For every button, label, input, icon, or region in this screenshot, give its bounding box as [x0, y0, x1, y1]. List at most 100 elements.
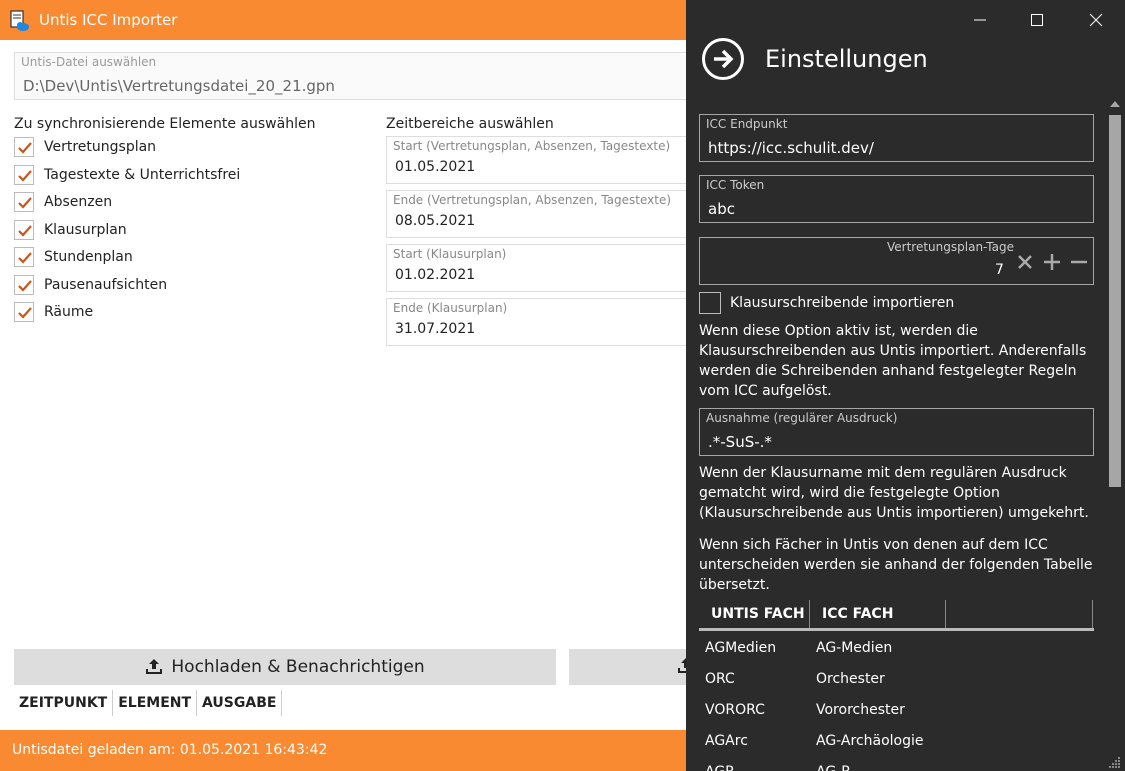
checkmark-icon — [18, 169, 32, 182]
untis-subject-cell: AGR — [705, 764, 735, 771]
checkmark-icon — [18, 142, 32, 154]
element-checkbox-row[interactable]: Pausenaufsichten — [14, 274, 167, 296]
icc-subject-cell: AG-Archäologie — [816, 733, 924, 749]
subjects-description: Wenn sich Fächer in Untis von denen auf … — [699, 537, 1093, 593]
checkmark-icon — [18, 224, 32, 237]
end-exam-date-label: Ende (Klausurplan) — [393, 301, 508, 315]
subject-table-row[interactable]: AGArc AG-Archäologie — [699, 726, 1094, 757]
arrow-right-icon — [714, 49, 734, 69]
element-checkbox-label: Klausurplan — [44, 221, 127, 238]
end-substitution-date-field[interactable]: Ende (Vertretungsplan, Absenzen, Tageste… — [386, 190, 696, 238]
checkmark-icon — [18, 252, 32, 264]
exam-import-checkbox-label: Klausurschreibende importieren — [730, 295, 955, 311]
column-untis-subject[interactable]: UNTIS FACH — [711, 606, 805, 622]
log-table-header: ZEITPUNKT ELEMENT AUSGABE — [14, 690, 283, 716]
start-exam-date-field[interactable]: Start (Klausurplan) 01.02.2021 — [386, 244, 696, 292]
clear-icon[interactable] — [1015, 252, 1035, 272]
subject-table-row[interactable]: AGR AG-R — [699, 757, 1094, 771]
element-checkbox-row[interactable]: Klausurplan — [14, 219, 127, 241]
element-checkbox-row[interactable]: Absenzen — [14, 191, 112, 213]
app-icon — [10, 10, 29, 31]
element-checkbox[interactable] — [14, 247, 34, 267]
exception-regex-label: Ausnahme (regulärer Ausdruck) — [706, 411, 898, 425]
exception-regex-field[interactable]: Ausnahme (regulärer Ausdruck) .*-SuS-.* — [699, 408, 1094, 456]
icc-token-label: ICC Token — [706, 178, 765, 192]
close-icon — [1089, 13, 1103, 27]
upload-icon — [146, 659, 163, 674]
subject-table-row[interactable]: ORC Orchester — [699, 664, 1094, 695]
exception-regex-value: .*-SuS-.* — [708, 433, 772, 451]
minimize-button[interactable] — [968, 8, 992, 32]
start-substitution-date-value: 01.05.2021 — [395, 159, 476, 175]
element-checkbox-label: Absenzen — [44, 194, 113, 210]
column-separator — [809, 600, 810, 628]
subject-table-row[interactable]: VORORC Vororchester — [699, 695, 1094, 726]
window-title: Untis ICC Importer — [39, 11, 178, 29]
element-checkbox-label: Pausenaufsichten — [44, 276, 168, 293]
subject-table-row[interactable]: AGMedien AG-Medien — [699, 633, 1094, 664]
maximize-icon — [1031, 14, 1043, 26]
element-checkbox-label: Vertretungsplan — [44, 139, 157, 155]
minus-icon[interactable] — [1069, 252, 1089, 272]
element-checkbox-label: Tagestexte & Unterrichtsfrei — [44, 166, 241, 183]
exception-description: Wenn der Klausurname mit dem regulären A… — [699, 465, 1089, 521]
column-separator — [945, 600, 946, 628]
element-checkbox-row[interactable]: Räume — [14, 301, 93, 323]
upload-button[interactable]: Hochladen & Benachrichtigen — [14, 649, 556, 685]
icc-subject-cell: AG-Medien — [816, 640, 893, 656]
settings-flyout: Einstellungen ICC Endpunkt https://icc.s… — [686, 0, 1125, 771]
element-checkbox-row[interactable]: Stundenplan — [14, 246, 133, 268]
log-column-timestamp[interactable]: ZEITPUNKT — [14, 690, 114, 716]
scroll-thumb[interactable] — [1109, 115, 1121, 487]
column-icc-subject[interactable]: ICC FACH — [822, 606, 893, 622]
icc-endpoint-label: ICC Endpunkt — [706, 117, 788, 131]
plus-icon[interactable] — [1042, 252, 1062, 272]
element-checkbox[interactable] — [14, 164, 34, 185]
element-checkbox-label: Räume — [44, 304, 94, 320]
upload-button-label: Hochladen & Benachrichtigen — [171, 657, 425, 677]
icc-subject-cell: Vororchester — [816, 702, 905, 718]
scroll-up-icon[interactable] — [1109, 97, 1121, 109]
icc-token-field[interactable]: ICC Token abc — [699, 175, 1094, 223]
resize-grip-icon[interactable] — [1106, 755, 1122, 769]
element-checkbox[interactable] — [14, 192, 34, 212]
end-substitution-date-label: Ende (Vertretungsplan, Absenzen, Tageste… — [393, 193, 672, 207]
untis-subject-cell: AGMedien — [705, 640, 777, 656]
close-button[interactable] — [1084, 8, 1108, 32]
minimize-icon — [974, 19, 986, 21]
icc-token-value: abc — [708, 200, 735, 218]
element-checkbox[interactable] — [14, 137, 34, 157]
start-substitution-date-field[interactable]: Start (Vertretungsplan, Absenzen, Tagest… — [386, 136, 696, 184]
element-checkbox[interactable] — [14, 302, 34, 322]
element-checkbox-row[interactable]: Vertretungsplan — [14, 136, 156, 158]
column-separator — [1092, 600, 1093, 628]
end-substitution-date-value: 08.05.2021 — [395, 213, 476, 229]
element-checkbox-row[interactable]: Tagestexte & Unterrichtsfrei — [14, 164, 240, 186]
start-exam-date-label: Start (Klausurplan) — [393, 247, 507, 261]
maximize-button[interactable] — [1025, 8, 1049, 32]
log-column-element[interactable]: ELEMENT — [113, 690, 198, 716]
end-exam-date-field[interactable]: Ende (Klausurplan) 31.07.2021 — [386, 298, 696, 346]
untis-file-picker[interactable]: Untis-Datei auswählen D:\Dev\Untis\Vertr… — [14, 52, 714, 100]
checkmark-icon — [18, 197, 32, 209]
substitution-days-field[interactable]: Vertretungsplan-Tage 7 — [699, 237, 1094, 285]
settings-scrollbar[interactable] — [1106, 97, 1124, 757]
log-column-output[interactable]: AUSGABE — [197, 690, 283, 716]
untis-subject-cell: VORORC — [705, 702, 765, 718]
main-panel: Untis-Datei auswählen D:\Dev\Untis\Vertr… — [0, 40, 714, 730]
untis-subject-cell: ORC — [705, 671, 735, 687]
back-button[interactable] — [702, 38, 744, 80]
secondary-upload-button[interactable] — [569, 649, 699, 685]
status-text: Untisdatei geladen am: 01.05.2021 16:43:… — [12, 742, 328, 758]
substitution-days-label: Vertretungsplan-Tage — [887, 240, 1014, 254]
element-checkbox[interactable] — [14, 219, 34, 240]
file-picker-label: Untis-Datei auswählen — [21, 55, 157, 69]
exam-import-description: Wenn diese Option aktiv ist, werden die … — [699, 323, 1087, 399]
settings-title: Einstellungen — [765, 45, 928, 73]
end-exam-date-value: 31.07.2021 — [395, 321, 476, 337]
checkmark-icon — [18, 307, 32, 319]
substitution-days-value: 7 — [995, 262, 1004, 278]
exam-import-checkbox[interactable] — [699, 292, 721, 314]
icc-endpoint-field[interactable]: ICC Endpunkt https://icc.schulit.dev/ — [699, 114, 1094, 162]
element-checkbox[interactable] — [14, 274, 34, 295]
